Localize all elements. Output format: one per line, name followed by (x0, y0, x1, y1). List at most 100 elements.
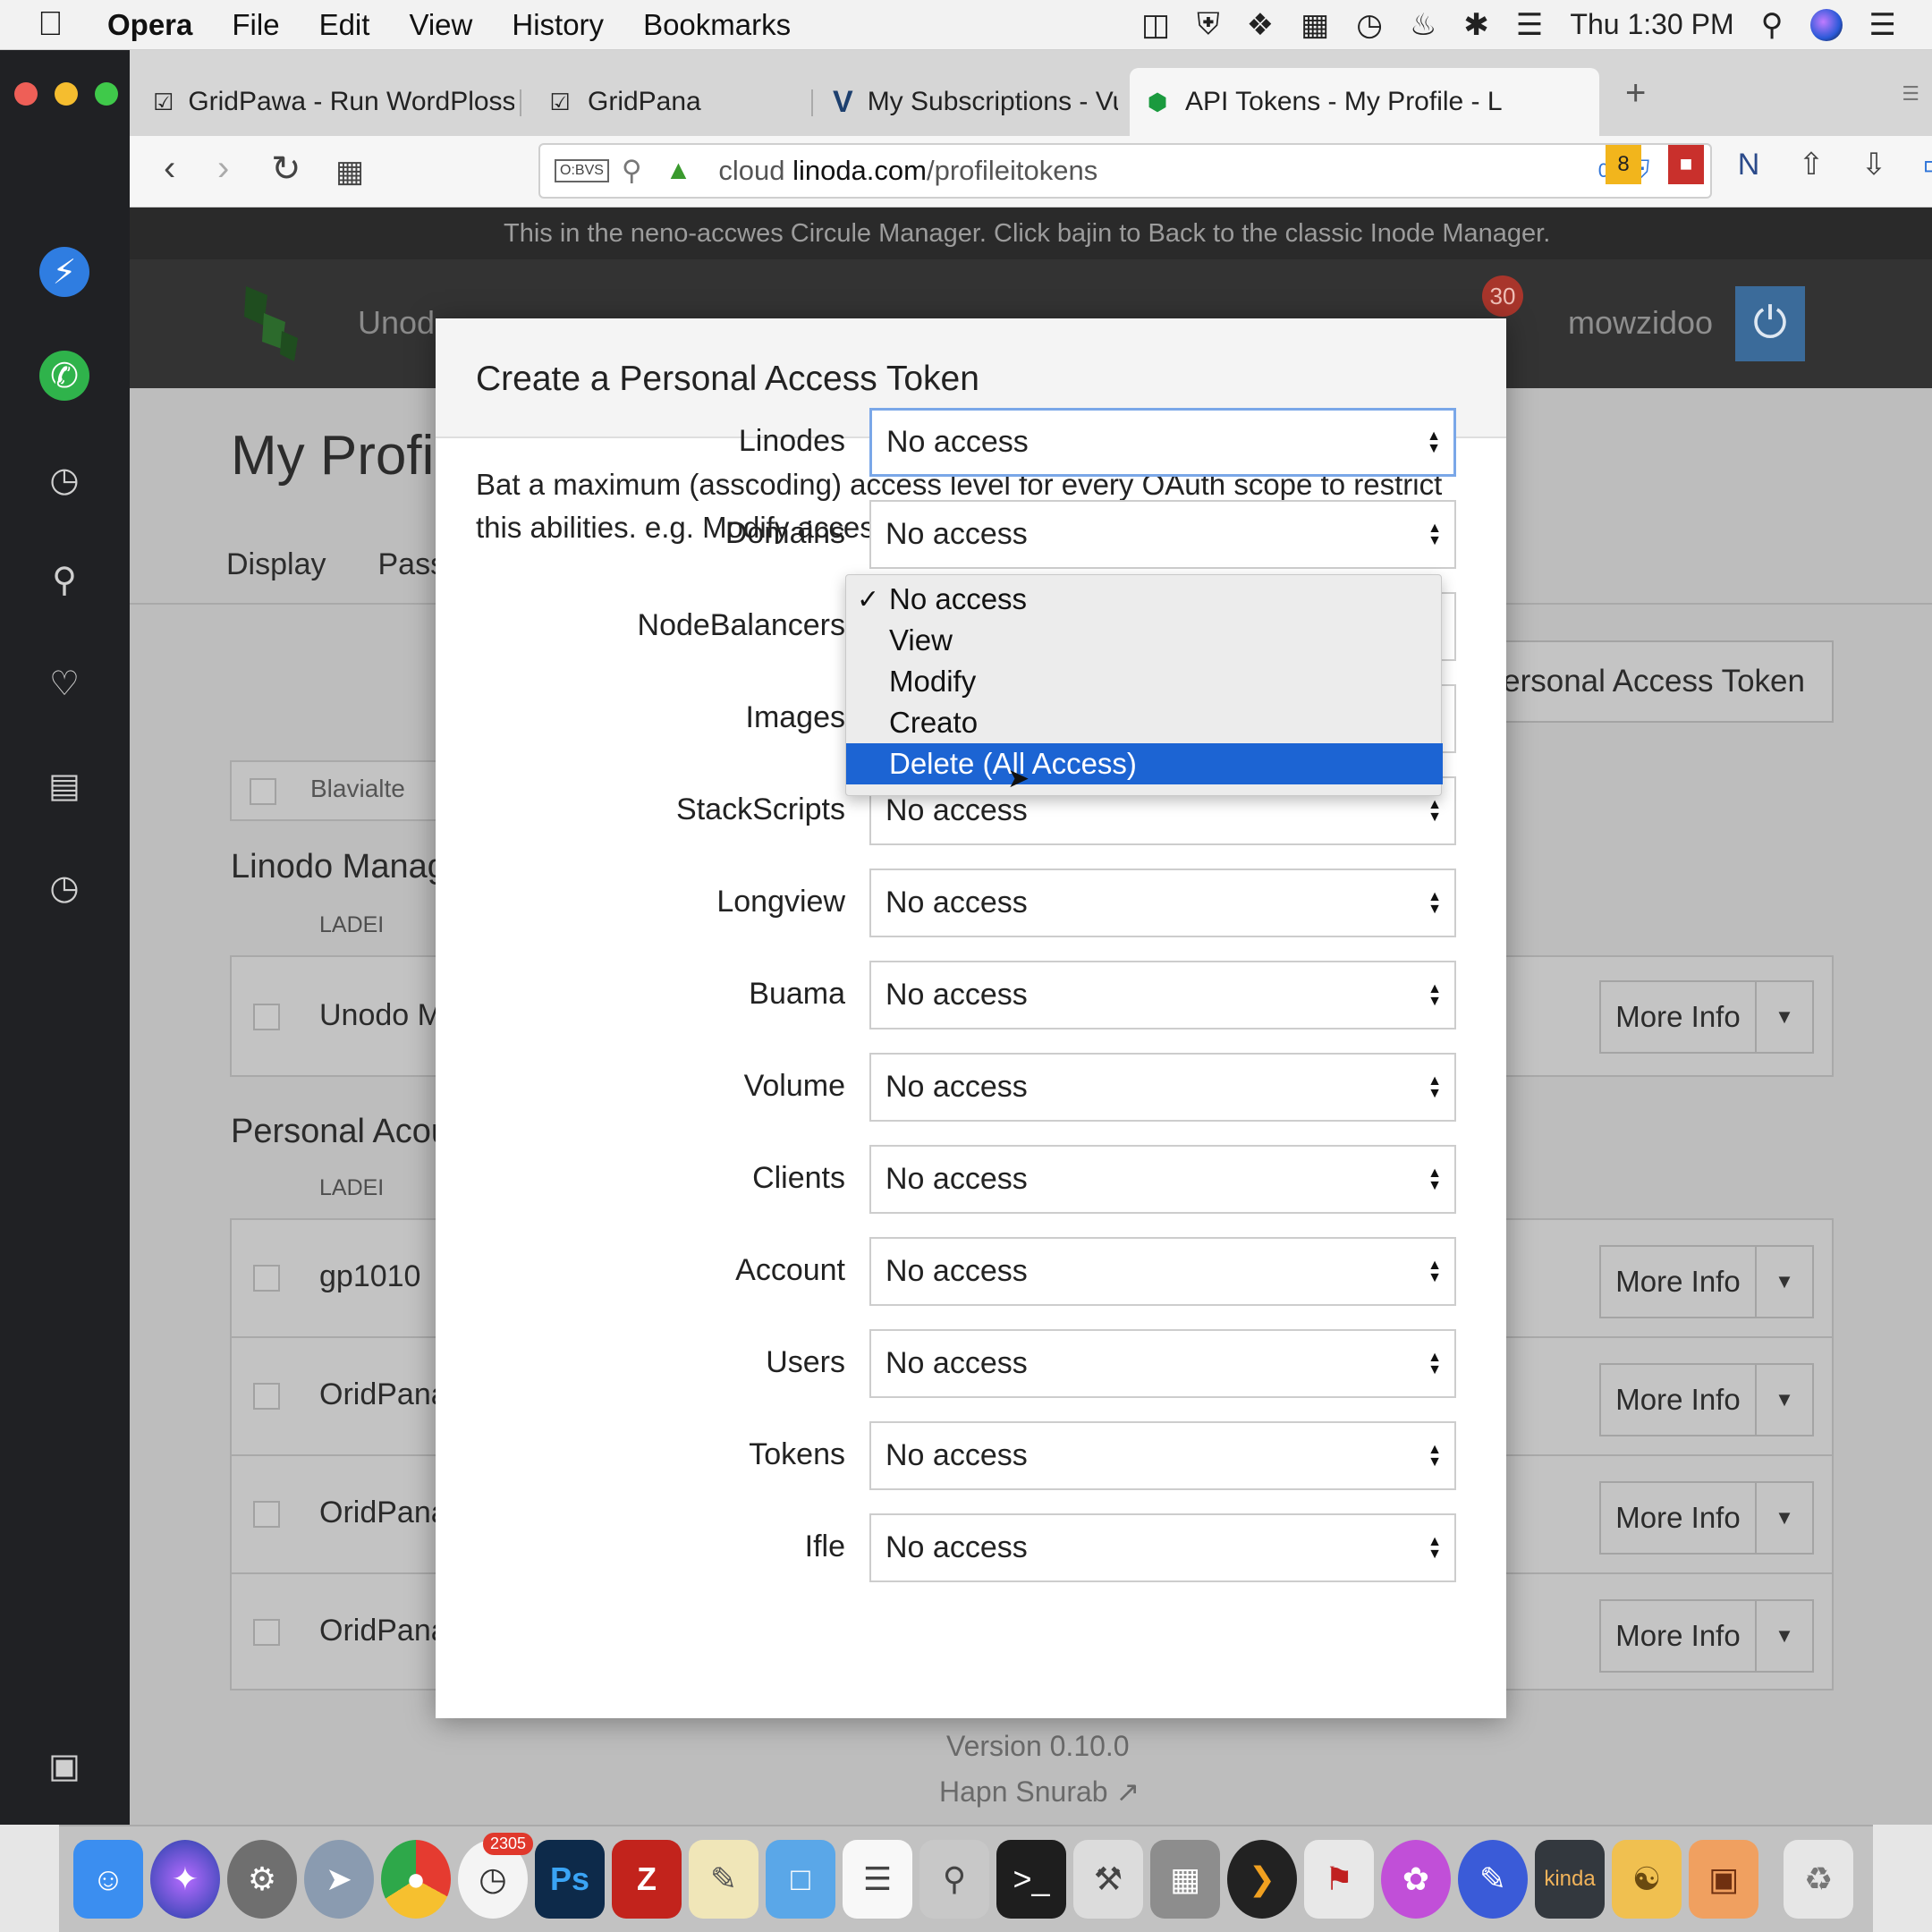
bookmarks-icon[interactable]: ⚲ (39, 555, 89, 605)
tab-api-tokens[interactable]: ⬢ API Tokens - My Profile - L (1130, 68, 1599, 136)
trash-icon[interactable]: ♻ (1784, 1840, 1853, 1919)
scope-select[interactable]: No access ▲▼ (869, 1421, 1456, 1490)
script-editor-icon[interactable]: ⚒ (1073, 1840, 1143, 1919)
battery-icon[interactable]: ▭ (1919, 145, 1932, 184)
keychain-icon[interactable]: ⚲ (919, 1840, 989, 1919)
dropdown-option-delete[interactable]: Delete (All Access) (846, 743, 1443, 784)
flame-icon[interactable]: ♨ (1410, 7, 1436, 43)
ad-block-icon[interactable]: O:BVS (555, 159, 609, 182)
nav-item-linodes[interactable]: Unod (358, 304, 435, 342)
chevron-down-icon[interactable]: ▼ (1757, 1506, 1812, 1530)
extension-icon[interactable]: 8 (1606, 145, 1641, 184)
spotlight-search-icon[interactable]: ⚲ (1761, 7, 1784, 43)
heart-icon[interactable]: ♡ (39, 658, 89, 708)
scope-select[interactable]: No access ▲▼ (869, 500, 1456, 569)
calculator-icon[interactable]: ▦ (1150, 1840, 1220, 1919)
chevron-down-icon[interactable]: ▼ (1757, 1388, 1812, 1411)
row-checkbox[interactable] (253, 1383, 280, 1410)
history-icon[interactable]: ◷ (39, 862, 89, 912)
logout-power-icon[interactable]: ⏻ (1735, 286, 1805, 361)
notification-center-icon[interactable]: ☰ (1869, 7, 1896, 43)
tab-subscriptions[interactable]: V My Subscriptions - Vul (818, 68, 1118, 136)
messenger-icon[interactable]: ⚡ (39, 247, 89, 297)
clock-app-icon[interactable]: ◷ 2305 (458, 1833, 533, 1919)
sidebar-toggle-icon[interactable]: ▣ (39, 1741, 89, 1791)
flower-app-icon[interactable]: ✿ (1381, 1840, 1451, 1919)
chevron-down-icon[interactable]: ▼ (1757, 1270, 1812, 1293)
siri-app-icon[interactable]: ✦ (150, 1840, 220, 1919)
menu-history[interactable]: History (512, 8, 604, 42)
shield-icon[interactable]: ⛨ (1197, 7, 1220, 42)
time-machine-icon[interactable]: ◷ (1356, 7, 1383, 43)
filter-box[interactable]: Blavialte (230, 760, 453, 821)
database-app-icon[interactable]: ☯ (1612, 1840, 1682, 1919)
system-preferences-icon[interactable]: ⚙ (227, 1840, 297, 1919)
back-button[interactable]: ‹ (164, 148, 175, 189)
tab-display[interactable]: Display (226, 547, 326, 582)
grid-icon[interactable]: ▦ (1301, 7, 1329, 43)
snapshot-icon[interactable]: ▤ (39, 760, 89, 810)
chrome-icon[interactable]: ● (381, 1840, 451, 1919)
dropbox-icon[interactable]: ❖ (1247, 7, 1274, 43)
download-icon[interactable]: ⇩ (1856, 145, 1892, 184)
more-info-button[interactable]: More Info ▼ (1599, 1481, 1814, 1555)
menubar-status-icon[interactable]: ◫ (1141, 7, 1170, 43)
scope-select[interactable]: No access ▲▼ (869, 1053, 1456, 1122)
menu-file[interactable]: File (232, 8, 279, 42)
row-checkbox[interactable] (253, 1501, 280, 1528)
more-info-button[interactable]: More Info ▼ (1599, 1245, 1814, 1318)
notes-app-icon[interactable]: ✎ (689, 1840, 758, 1919)
dropdown-option-view[interactable]: View (846, 620, 1443, 661)
photo-app-icon[interactable]: ▣ (1689, 1840, 1758, 1919)
plex-icon[interactable]: ❯ (1227, 1840, 1297, 1919)
menu-bookmarks[interactable]: Bookmarks (643, 8, 791, 42)
share-icon[interactable]: ⇧ (1793, 145, 1829, 184)
notification-badge[interactable]: 30 (1482, 275, 1523, 317)
row-checkbox[interactable] (253, 1004, 280, 1030)
more-info-button[interactable]: More Info ▼ (1599, 1599, 1814, 1673)
select-all-checkbox[interactable] (250, 778, 276, 805)
tabs-grid-icon[interactable]: ▦ (335, 154, 364, 190)
wifi-icon[interactable]: ☰ (1516, 7, 1543, 43)
scope-select[interactable]: No access ▲▼ (869, 1329, 1456, 1398)
forward-button[interactable]: › (217, 148, 229, 189)
more-info-button[interactable]: More Info ▼ (1599, 980, 1814, 1054)
photoshop-icon[interactable]: Ps (535, 1840, 605, 1919)
whatsapp-icon[interactable]: ✆ (39, 351, 89, 401)
scope-select[interactable]: No access ▲▼ (869, 961, 1456, 1030)
speed-dial-icon[interactable]: ◷ (39, 454, 89, 504)
pdf-extension-icon[interactable]: ■ (1668, 145, 1704, 184)
chevron-down-icon[interactable]: ▼ (1757, 1005, 1812, 1029)
menu-view[interactable]: View (409, 8, 472, 42)
textedit-icon[interactable]: ☰ (843, 1840, 912, 1919)
finder-icon[interactable]: ☺ (73, 1840, 143, 1919)
row-checkbox[interactable] (253, 1619, 280, 1646)
tab-menu-icon[interactable]: ☰ (1902, 82, 1919, 106)
window-zoom-icon[interactable] (95, 82, 118, 106)
classic-manager-banner[interactable]: This in the neno-accwes Circule Manager.… (130, 208, 1932, 259)
apple-icon[interactable]:  (38, 5, 91, 44)
launchpad-icon[interactable]: ➤ (304, 1840, 374, 1919)
address-bar[interactable]: O:BVS ⚲ ▲ cloud linoda.com/profileitoken… (538, 143, 1712, 199)
window-close-icon[interactable] (14, 82, 38, 106)
tab-gridpawa[interactable]: ☑ GridPawa - Run WordPloss I1 (139, 68, 514, 136)
url-text[interactable]: cloud linoda.com/profileitokens (718, 155, 1097, 187)
pdf-app-icon[interactable]: ⚑ (1304, 1840, 1374, 1919)
tab-gridpana[interactable]: ☑ GridPana (532, 68, 845, 136)
filezilla-icon[interactable]: Z (612, 1840, 682, 1919)
menubar-clock[interactable]: Thu 1:30 PM (1570, 8, 1733, 41)
dropdown-option-no-access[interactable]: ✓ No access (846, 579, 1443, 620)
reload-button[interactable]: ↻ (271, 148, 301, 190)
new-tab-button[interactable]: + (1625, 73, 1646, 114)
dropdown-option-create[interactable]: Creato (846, 702, 1443, 743)
footer-link[interactable]: Hapn Snurab ↗ (939, 1775, 1140, 1809)
menu-app-name[interactable]: Opera (107, 8, 192, 42)
access-level-dropdown[interactable]: ✓ No access View Modify Creato Delete (A… (845, 574, 1443, 796)
chevron-down-icon[interactable]: ▼ (1757, 1624, 1812, 1648)
scope-select[interactable]: No access ▲▼ (869, 1513, 1456, 1582)
screenshot-app-icon[interactable]: ✎ (1458, 1840, 1528, 1919)
dropdown-option-modify[interactable]: Modify (846, 661, 1443, 702)
scope-select[interactable]: No access ▲▼ (869, 1237, 1456, 1306)
siri-icon[interactable] (1809, 8, 1843, 41)
bluetooth-icon[interactable]: ✱ (1463, 7, 1489, 43)
